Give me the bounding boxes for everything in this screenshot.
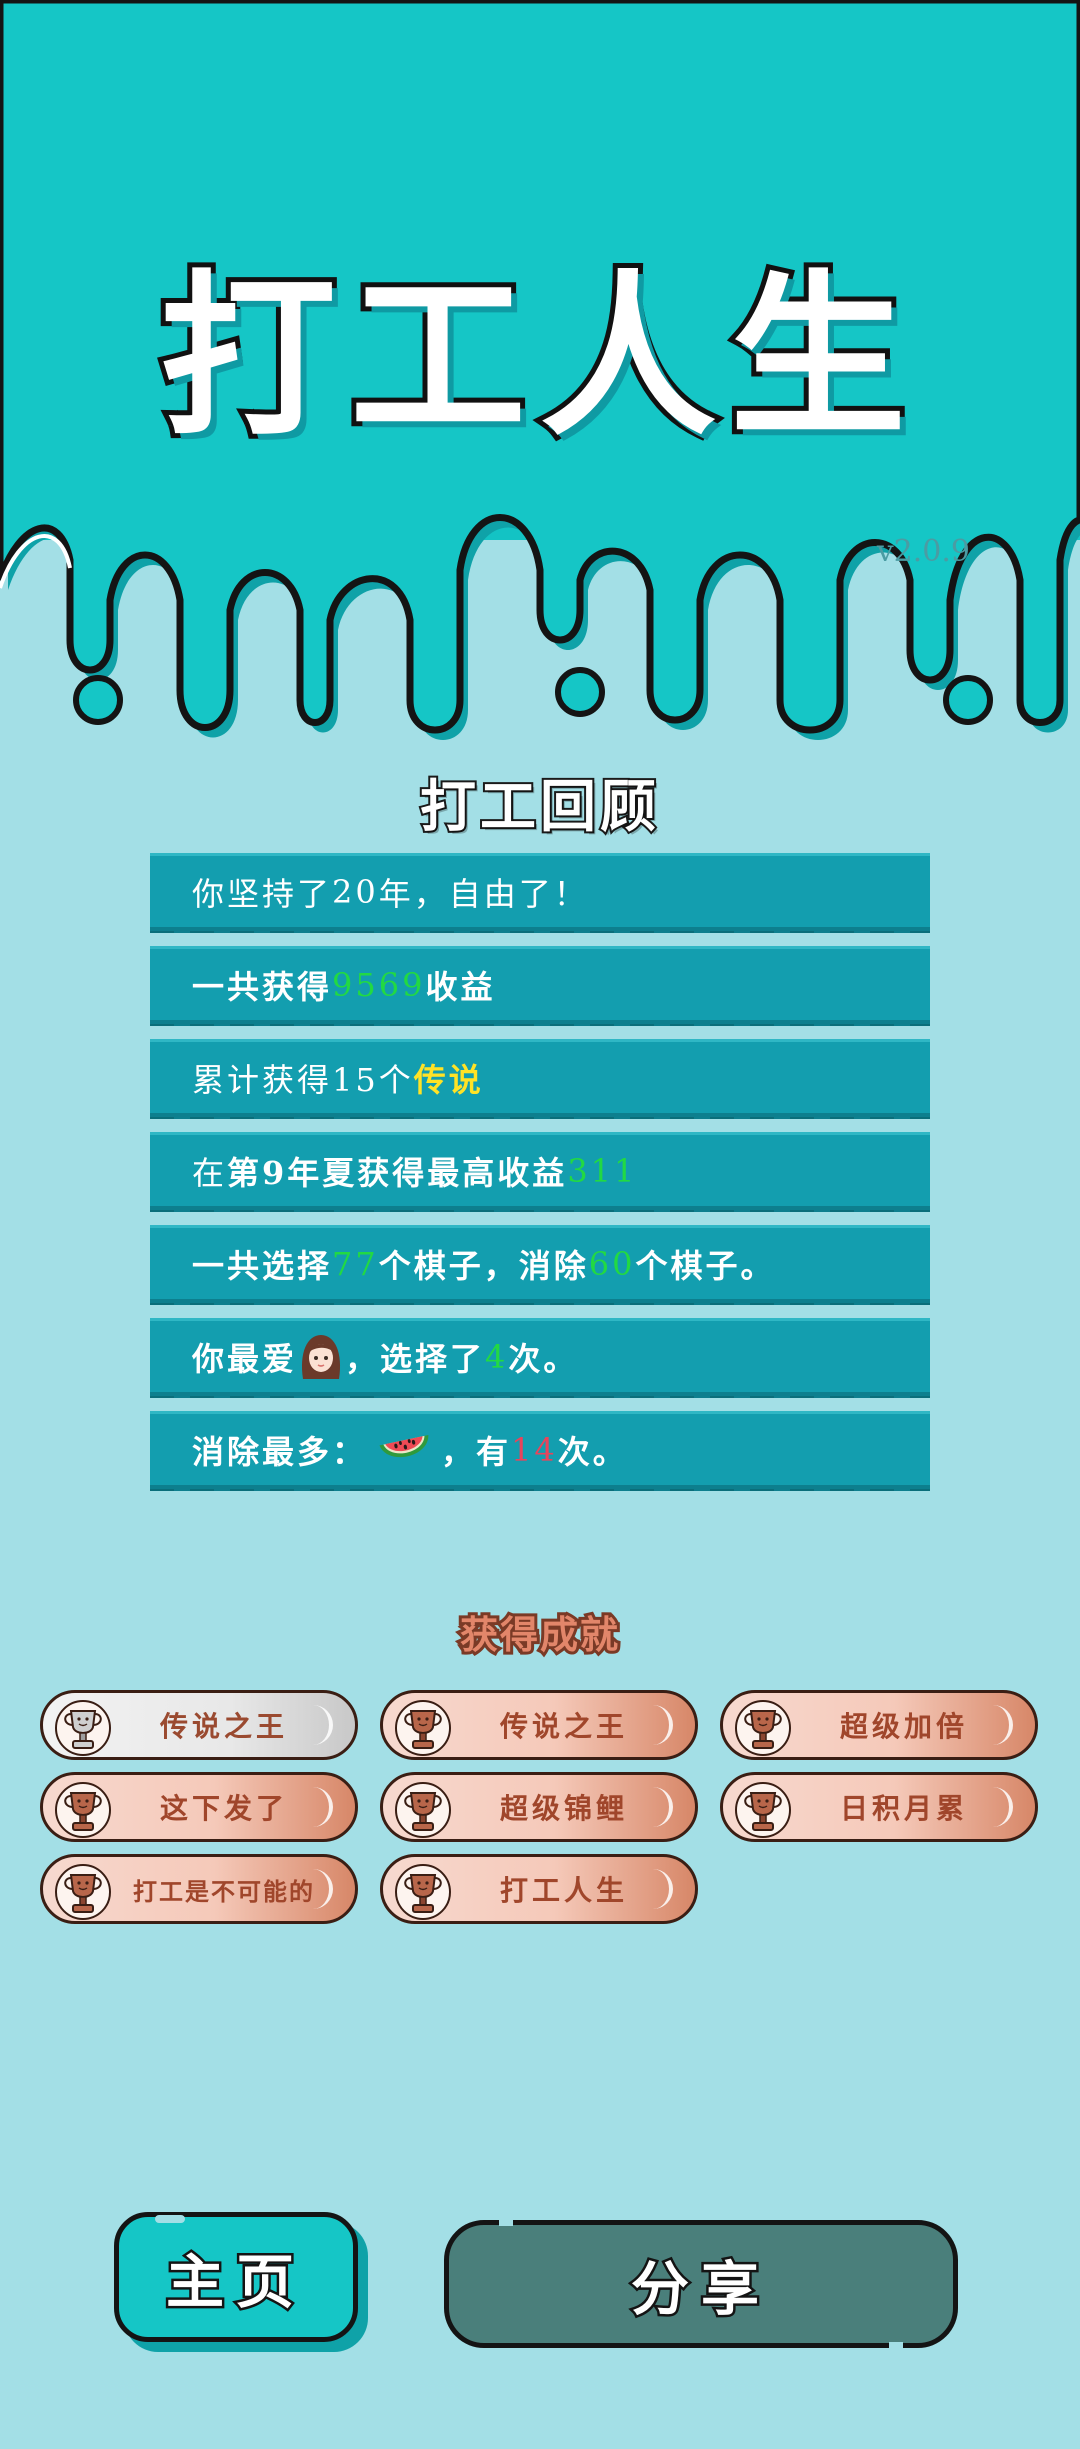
years-text: 你坚持了 [192, 874, 333, 913]
achievement-badge[interactable]: 传说之王 [40, 1690, 358, 1760]
pieces-suffix: 个棋子。 [635, 1246, 776, 1285]
income-suffix: 收益 [425, 967, 496, 1006]
trophy-icon [395, 1781, 451, 1839]
income-text: 一共获得 [192, 967, 333, 1006]
achievement-label: 打工人生 [499, 1874, 628, 1907]
best-value: 311 [567, 1151, 638, 1190]
trophy-icon [395, 1863, 451, 1921]
achievement-label: 传说之王 [499, 1710, 628, 1743]
achievement-label: 这下发了 [159, 1792, 288, 1825]
achievement-badge[interactable]: 超级加倍 [720, 1690, 1038, 1760]
best-period: 第9年夏 [227, 1153, 358, 1192]
trophy-icon [735, 1781, 791, 1839]
achievements-title: 获得成就 [457, 1610, 621, 1660]
most-removed-value: 14 [511, 1430, 558, 1469]
achievement-label: 打工是不可能的 [133, 1876, 315, 1906]
best-text: 在 [192, 1153, 228, 1192]
years-suffix: 年，自由了！ [378, 874, 589, 913]
achievement-label: 传说之王 [159, 1710, 288, 1743]
achievement-badge[interactable]: 超级锦鲤 [380, 1772, 698, 1842]
version-label: v2.0.9 [876, 534, 970, 569]
review-row-favorite: 你最爱 ，选择了 4 次。 [150, 1318, 930, 1398]
trophy-icon [55, 1863, 111, 1921]
review-row-legend: 累计获得15个 传说 [150, 1039, 930, 1119]
most-removed-text: 消除最多： [192, 1432, 368, 1471]
home-button-label: 主页 [163, 2246, 306, 2319]
favorite-mid: ，选择了 [345, 1339, 486, 1378]
achievement-label: 日积月累 [839, 1792, 968, 1825]
achievement-badge[interactable]: 这下发了 [40, 1772, 358, 1842]
pieces-mid: 个棋子，消除 [378, 1246, 589, 1285]
favorite-suffix: 次。 [508, 1339, 579, 1378]
achievement-label: 超级加倍 [839, 1710, 968, 1743]
favorite-text: 你最爱 [192, 1339, 298, 1378]
years-value: 20 [332, 872, 379, 911]
review-list: 你坚持了 20 年，自由了！ 一共获得 9569 收益 累计获得15个 传说 在 第9年夏… [150, 853, 930, 1504]
trophy-icon [735, 1699, 791, 1757]
legend-value: 传说 [413, 1060, 484, 1099]
share-button-label: 分享 [628, 2253, 771, 2326]
review-title: 打工回顾 [418, 773, 660, 842]
pieces-removed: 60 [588, 1244, 636, 1283]
achievement-badge[interactable]: 日积月累 [720, 1772, 1038, 1842]
review-row-income: 一共获得 9569 收益 [150, 946, 930, 1026]
trophy-icon [55, 1781, 111, 1839]
achievement-badge[interactable]: 打工是不可能的 [40, 1854, 358, 1924]
trophy-icon [55, 1699, 111, 1757]
favorite-value: 4 [485, 1337, 509, 1376]
review-row-years: 你坚持了 20 年，自由了！ [150, 853, 930, 933]
income-value: 9569 [332, 965, 426, 1004]
pieces-picked: 77 [332, 1244, 379, 1283]
achievement-label: 超级锦鲤 [499, 1792, 628, 1825]
header-banner: 打工人生 v2.0.9 [0, 0, 1080, 740]
home-button[interactable]: 主页 [114, 2212, 358, 2342]
most-removed-mid: ，有 [441, 1432, 512, 1471]
app-title: 打工人生 [155, 255, 920, 460]
legend-text: 累计获得15个 [192, 1060, 414, 1099]
review-row-best: 在 第9年夏 获得最高收益 311 [150, 1132, 930, 1212]
best-mid: 获得最高收益 [357, 1153, 568, 1192]
achievement-badge[interactable]: 打工人生 [380, 1854, 698, 1924]
girl-avatar-icon [299, 1333, 343, 1381]
review-row-most-removed: 消除最多： ，有 14 次。 [150, 1411, 930, 1491]
trophy-icon [395, 1699, 451, 1757]
achievement-badge[interactable]: 传说之王 [380, 1690, 698, 1760]
review-row-pieces: 一共选择 77 个棋子，消除 60 个棋子。 [150, 1225, 930, 1305]
share-button[interactable]: 分享 [444, 2220, 958, 2348]
most-removed-suffix: 次。 [557, 1432, 628, 1471]
pieces-text: 一共选择 [192, 1246, 333, 1285]
watermelon-icon [377, 1426, 435, 1474]
